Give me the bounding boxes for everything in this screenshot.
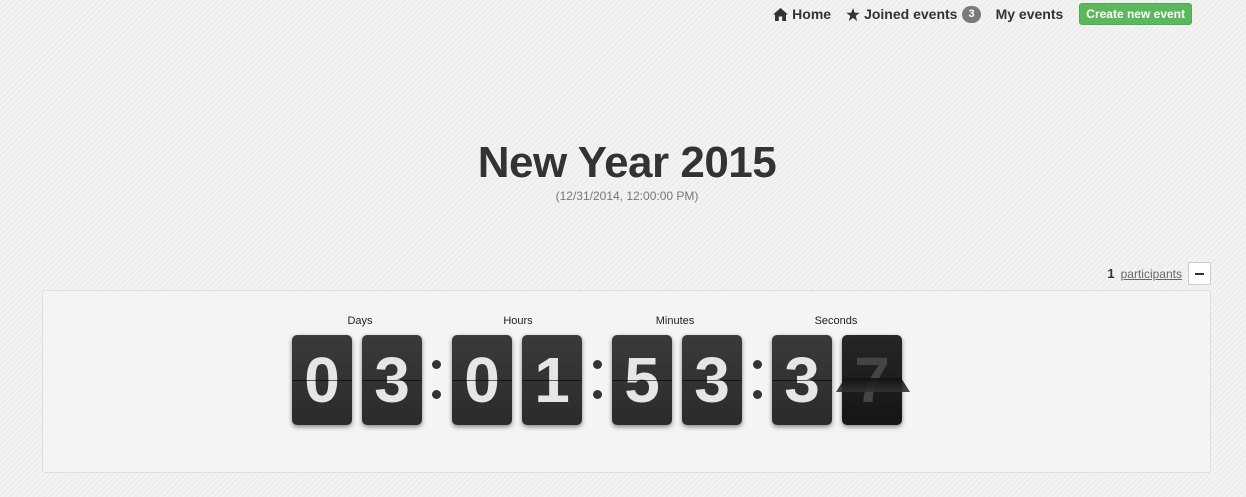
hours-label: Hours [503,315,533,327]
participants-link[interactable]: participants [1121,267,1182,281]
hours-digit-ones: 1 [522,335,582,425]
flip-card-flap [836,378,910,392]
seconds-digit-tens: 3 [772,335,832,425]
nav-joined-events-link[interactable]: Joined events 3 [846,5,981,23]
seconds-label: Seconds [814,315,858,327]
minus-icon [1195,272,1204,275]
joined-count-badge: 3 [962,5,981,23]
minutes-digit-ones: 3 [682,335,742,425]
nav-joined-events-label: Joined events [864,6,958,22]
home-icon [773,7,789,21]
event-date: (12/31/2014, 12:00:00 PM) [555,189,699,203]
nav-my-events-link[interactable]: My events [996,6,1064,22]
days-digit-tens: 0 [292,335,352,425]
days-label: Days [347,315,373,327]
hours-digit-tens: 0 [452,335,512,425]
star-icon [846,7,860,21]
nav-home-label: Home [792,6,832,22]
top-nav: Home Joined events 3 My events Create ne… [758,0,1192,28]
minutes-digit-tens: 5 [612,335,672,425]
collapse-participants-button[interactable] [1188,262,1211,285]
participants-count: 1 [1107,266,1115,281]
days-digit-ones: 3 [362,335,422,425]
minutes-label: Minutes [655,315,695,327]
event-title: New Year 2015 [477,138,777,187]
create-new-event-button[interactable]: Create new event [1079,3,1192,25]
nav-home-link[interactable]: Home [773,6,831,22]
participants-bar: 1 participants [1107,262,1211,285]
nav-my-events-label: My events [995,6,1064,22]
